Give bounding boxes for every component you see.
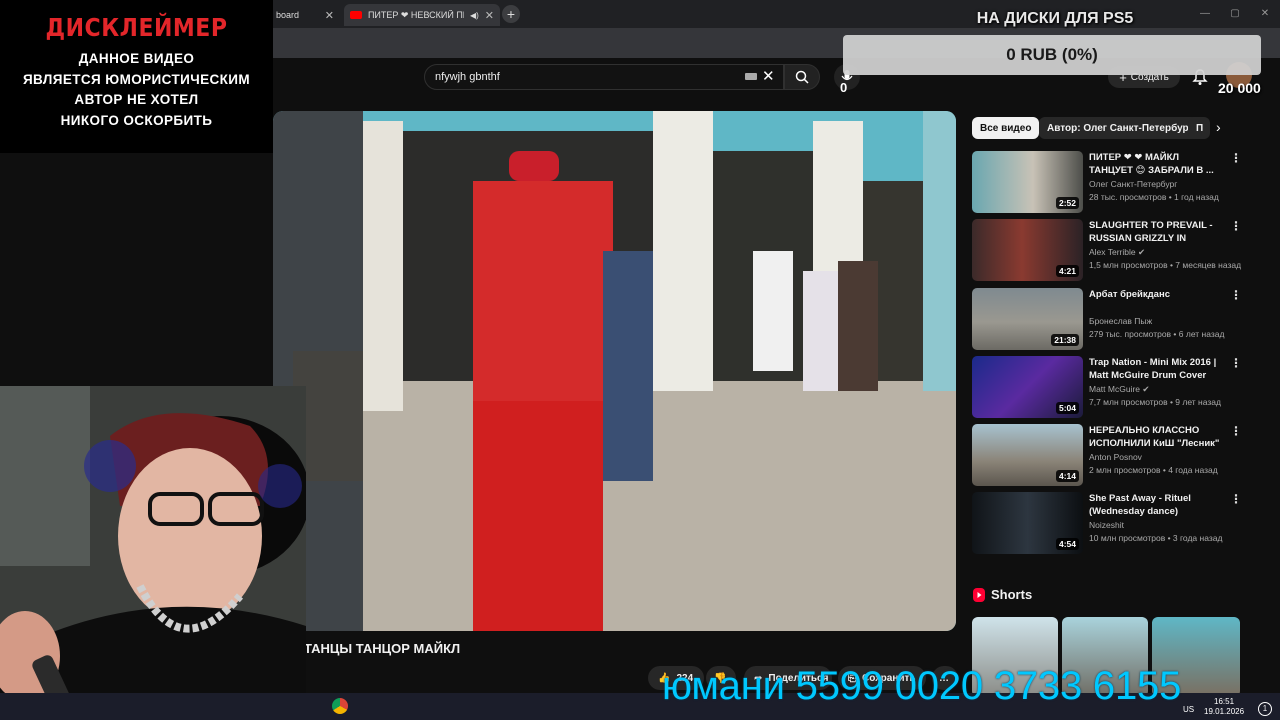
- streamer-webcam: [0, 386, 306, 720]
- video-title: ТАНЦЫ ТАНЦОР МАЙКЛ: [304, 641, 461, 656]
- donation-progress: 0 RUB (0%): [1006, 45, 1098, 64]
- duration-badge: 21:38: [1051, 334, 1079, 346]
- chrome-icon[interactable]: [332, 698, 348, 714]
- rec-title[interactable]: She Past Away - Rituel (Wednesday dance): [1089, 492, 1221, 518]
- list-item[interactable]: 5:04 Trap Nation - Mini Mix 2016 | Matt …: [972, 356, 1242, 418]
- close-tab-icon[interactable]: ✕: [325, 9, 334, 22]
- disclaimer-line: АВТОР НЕ ХОТЕЛ: [74, 92, 199, 107]
- close-window-icon[interactable]: ✕: [1250, 4, 1280, 24]
- rec-meta: 279 тыс. просмотров • 6 лет назад: [1089, 329, 1225, 339]
- system-clock[interactable]: 16:51 19.01.2026: [1204, 697, 1244, 717]
- shorts-heading: Shorts: [973, 587, 1032, 602]
- rec-channel[interactable]: Олег Санкт-Петербург: [1089, 179, 1177, 189]
- video-frame: [273, 111, 956, 631]
- close-tab-icon[interactable]: ✕: [485, 9, 494, 22]
- rec-channel[interactable]: Alex Terrible ✔: [1089, 247, 1145, 258]
- shorts-icon: [973, 587, 985, 602]
- rec-meta: 1,5 млн просмотров • 7 месяцев назад: [1089, 260, 1242, 270]
- duration-badge: 5:04: [1055, 402, 1079, 414]
- rec-meta: 7,7 млн просмотров • 9 лет назад: [1089, 397, 1221, 407]
- browser-tab-board[interactable]: board ✕: [270, 4, 340, 26]
- search-input[interactable]: nfywjh gbnthf: [424, 64, 784, 90]
- shorts-label: Shorts: [991, 587, 1033, 602]
- minimize-icon[interactable]: —: [1190, 4, 1220, 24]
- new-tab-button[interactable]: +: [502, 5, 520, 23]
- video-player[interactable]: [273, 111, 956, 631]
- chip-all-videos[interactable]: Все видео: [972, 117, 1040, 139]
- duration-badge: 4:14: [1055, 470, 1079, 482]
- video-thumbnail[interactable]: 4:21: [972, 219, 1083, 281]
- disclaimer-line: НИКОГО ОСКОРБИТЬ: [60, 112, 213, 128]
- chip-more[interactable]: П: [1188, 117, 1210, 139]
- list-item[interactable]: 2:52 ПИТЕР ❤ ❤ МАЙКЛ ТАНЦУЕТ 😊 ЗАБРАЛИ В…: [972, 151, 1242, 213]
- list-item[interactable]: 4:21 SLAUGHTER TO PREVAIL - RUSSIAN GRIZ…: [972, 219, 1242, 281]
- speaker-icon[interactable]: ◀): [470, 11, 479, 20]
- channel-name: Matt McGuire: [1089, 384, 1141, 394]
- kebab-menu-icon[interactable]: ⋮: [1230, 151, 1242, 165]
- notification-badge[interactable]: 1: [1258, 702, 1272, 716]
- rec-meta: 28 тыс. просмотров • 1 год назад: [1089, 192, 1219, 202]
- clock-date: 19.01.2026: [1204, 707, 1245, 716]
- language-indicator[interactable]: US: [1183, 705, 1194, 714]
- disclaimer-title: ДИСКЛЕЙМЕР: [45, 14, 228, 43]
- video-thumbnail[interactable]: 21:38: [972, 288, 1083, 350]
- duration-badge: 4:21: [1055, 265, 1079, 277]
- rec-channel[interactable]: Бронеслав Пыж: [1089, 316, 1152, 326]
- video-thumbnail[interactable]: 4:14: [972, 424, 1083, 486]
- list-item[interactable]: 4:54 She Past Away - Rituel (Wednesday d…: [972, 492, 1242, 554]
- clock-time: 16:51: [1214, 697, 1235, 706]
- search-icon: [795, 70, 809, 84]
- rec-title[interactable]: НЕРЕАЛЬНО КЛАССНО ИСПОЛНИЛИ КиШ "Лесник"…: [1089, 424, 1221, 450]
- clear-search-icon[interactable]: ✕: [762, 67, 775, 85]
- tab-title: board: [276, 10, 300, 20]
- webcam-overlay: [0, 386, 306, 720]
- list-item[interactable]: 21:38 Арбат брейкданс Бронеслав Пыж 279 …: [972, 288, 1242, 350]
- rec-channel[interactable]: Matt McGuire ✔: [1089, 384, 1150, 395]
- tab-title: ПИТЕР ❤ НЕВСКИЙ ПРОСПЕКТ: [367, 9, 464, 20]
- rec-title[interactable]: ПИТЕР ❤ ❤ МАЙКЛ ТАНЦУЕТ 😊 ЗАБРАЛИ В ...: [1089, 151, 1221, 177]
- video-thumbnail[interactable]: 2:52: [972, 151, 1083, 213]
- chip-author[interactable]: Автор: Олег Санкт-Петербург: [1039, 117, 1201, 139]
- payment-details-overlay: юмани 5599 0020 3733 6155: [662, 664, 1182, 708]
- browser-tab-active[interactable]: ПИТЕР ❤ НЕВСКИЙ ПРОСПЕКТ ◀) ✕: [344, 4, 500, 26]
- disclaimer-line: ЯВЛЯЕТСЯ ЮМОРИСТИЧЕСКИМ: [22, 71, 251, 87]
- rec-title[interactable]: Арбат брейкданс: [1089, 288, 1221, 301]
- duration-badge: 2:52: [1055, 197, 1079, 209]
- rec-title[interactable]: Trap Nation - Mini Mix 2016 | Matt McGui…: [1089, 356, 1221, 382]
- maximize-icon[interactable]: ▢: [1220, 4, 1250, 24]
- rec-channel[interactable]: Anton Posnov: [1089, 452, 1142, 462]
- rec-channel[interactable]: Noizeshit: [1089, 520, 1124, 530]
- youtube-favicon-icon: [350, 11, 362, 19]
- donation-goal-title: НА ДИСКИ ДЛЯ PS5: [976, 10, 1134, 27]
- duration-badge: 4:54: [1055, 538, 1079, 550]
- keyboard-icon[interactable]: [745, 73, 757, 80]
- rec-meta: 2 млн просмотров • 4 года назад: [1089, 465, 1218, 475]
- list-item[interactable]: 4:14 НЕРЕАЛЬНО КЛАССНО ИСПОЛНИЛИ КиШ "Ле…: [972, 424, 1242, 486]
- kebab-menu-icon[interactable]: ⋮: [1230, 356, 1242, 370]
- disclaimer-line: ДАННОЕ ВИДЕО: [78, 51, 195, 66]
- overlay-counter: 0: [840, 80, 848, 95]
- disclaimer-overlay: ДИСКЛЕЙМЕР ДАННОЕ ВИДЕО ЯВЛЯЕТСЯ ЮМОРИСТ…: [0, 0, 273, 153]
- rec-meta: 10 млн просмотров • 3 года назад: [1089, 533, 1223, 543]
- verified-icon: ✔: [1138, 247, 1146, 257]
- rec-title[interactable]: SLAUGHTER TO PREVAIL - RUSSIAN GRIZZLY I…: [1089, 219, 1221, 245]
- donation-goal-bar: 0 RUB (0%): [843, 35, 1261, 75]
- verified-icon: ✔: [1142, 384, 1150, 394]
- donation-goal-target: 20 000: [1218, 80, 1261, 96]
- video-thumbnail[interactable]: 4:54: [972, 492, 1083, 554]
- kebab-menu-icon[interactable]: ⋮: [1230, 424, 1242, 438]
- kebab-menu-icon[interactable]: ⋮: [1230, 492, 1242, 506]
- kebab-menu-icon[interactable]: ⋮: [1230, 288, 1242, 302]
- chevron-right-icon[interactable]: ›: [1216, 119, 1221, 135]
- channel-name: Alex Terrible: [1089, 247, 1136, 257]
- video-thumbnail[interactable]: 5:04: [972, 356, 1083, 418]
- search-button[interactable]: [784, 64, 820, 90]
- kebab-menu-icon[interactable]: ⋮: [1230, 219, 1242, 233]
